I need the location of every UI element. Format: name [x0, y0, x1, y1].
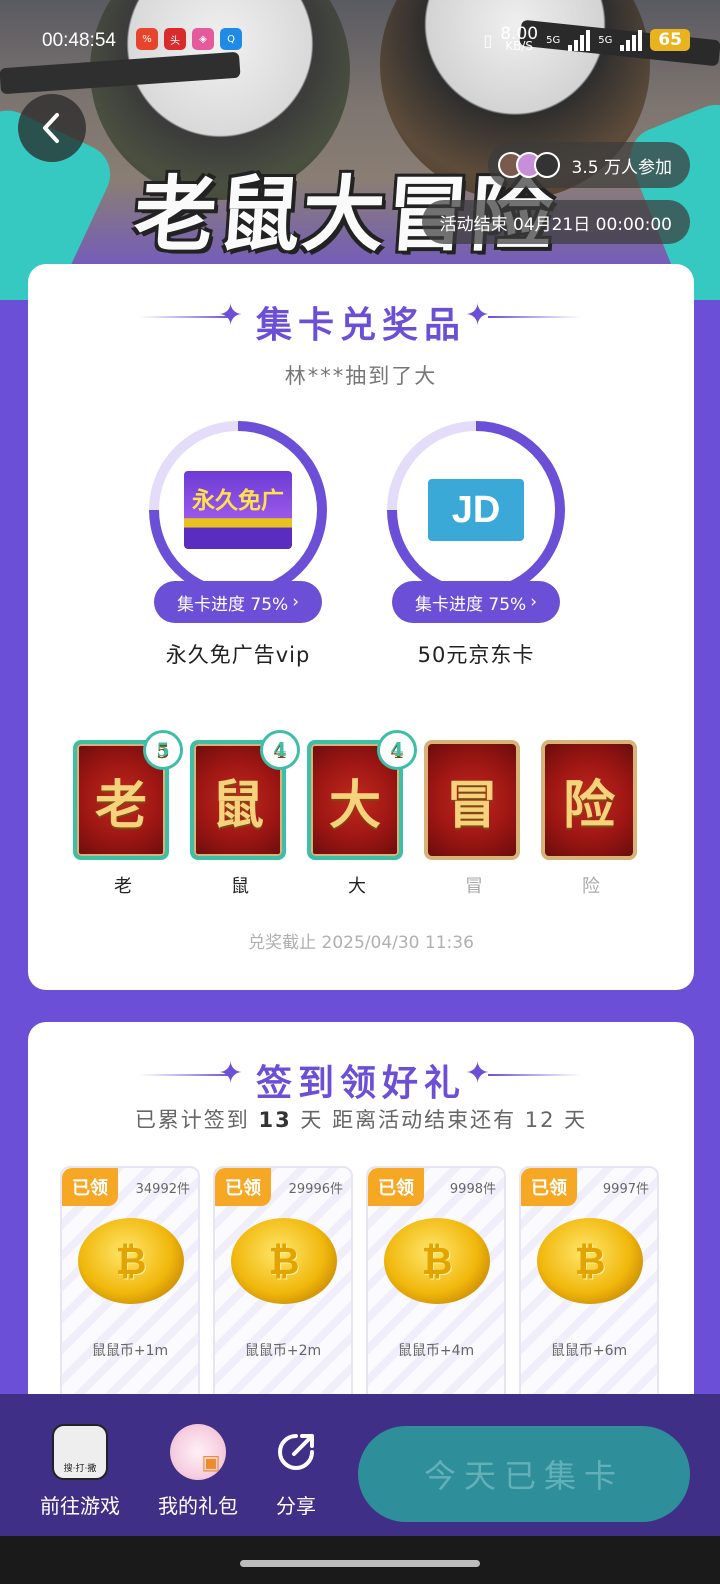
coin-icon: ₿: [384, 1218, 490, 1304]
participants-count: 3.5 万人参加: [571, 157, 672, 178]
prize-name: 永久免广告vip: [165, 643, 311, 667]
claimed-tag: 已领: [368, 1168, 424, 1206]
back-button[interactable]: [18, 94, 86, 162]
claimed-tag: 已领: [215, 1168, 271, 1206]
character-card[interactable]: 冒 冒: [424, 740, 524, 898]
claimed-tag: 已领: [62, 1168, 118, 1206]
gift-avatar-icon: ▣: [170, 1424, 226, 1480]
sparkle-icon: ✦: [465, 1056, 491, 1091]
claimed-tag: 已领: [521, 1168, 577, 1206]
game-app-icon: 搜·打·撒: [52, 1424, 108, 1480]
vibrate-icon: ▯: [483, 30, 493, 50]
sparkle-icon: ✦: [465, 298, 491, 333]
jd-card-image: JD: [428, 479, 524, 541]
coin-icon: ₿: [537, 1218, 643, 1304]
notification-icons: % 头 ◈ Q: [136, 28, 242, 50]
participants-badge: 3.5 万人参加: [487, 142, 690, 188]
title-decoration: [488, 1074, 580, 1076]
status-indicators: ▯ 8.00 KB/S 5G 5G 65: [483, 24, 690, 53]
home-indicator[interactable]: [240, 1560, 480, 1567]
card-count-badge: 4: [260, 730, 300, 770]
progress-ring: 永久免广: [149, 421, 327, 599]
chevron-right-icon: ›: [292, 592, 299, 612]
signed-days-count: 13: [258, 1108, 292, 1132]
status-time: 00:48:54: [42, 30, 116, 51]
coin-icon: ₿: [78, 1218, 184, 1304]
share-icon: [268, 1424, 324, 1480]
toutiao-notification-icon: 头: [164, 28, 186, 50]
my-gifts-button[interactable]: ▣ 我的礼包: [152, 1424, 244, 1519]
avatar: [533, 152, 560, 178]
character-card[interactable]: 老 5 老: [73, 730, 183, 898]
sign-in-reward[interactable]: 已领 9997件 ₿ 鼠鼠币+6m: [519, 1166, 659, 1406]
share-button[interactable]: 分享: [268, 1424, 324, 1519]
chevron-left-icon: [43, 113, 59, 143]
sign-in-section: ✦ 签到领好礼 ✦ 已累计签到 13 天 距离活动结束还有 12 天 已领 34…: [28, 1022, 694, 1442]
character-card-face: 鼠 4: [190, 730, 300, 860]
reward-name: 鼠鼠币+4m: [397, 1343, 475, 1359]
reward-stock: 9998件: [449, 1182, 496, 1197]
sign-in-summary: 已累计签到 13 天 距离活动结束还有 12 天: [134, 1108, 588, 1132]
signal-icon: [568, 29, 591, 51]
coin-icon: ₿: [231, 1218, 337, 1304]
character-card-label: 冒: [465, 876, 483, 897]
card-count-badge: 5: [143, 730, 183, 770]
battery-indicator: 65: [650, 29, 690, 51]
prize-item[interactable]: JD 集卡进度 75% › 50元京东卡: [386, 421, 566, 669]
collect-cards-section: ✦ 集卡兑奖品 ✦ 林***抽到了大 永久免广 集卡进度 75% › 永久免广告…: [28, 264, 694, 990]
collect-progress-button[interactable]: 集卡进度 75% ›: [154, 581, 322, 623]
character-card-face: 险: [541, 740, 637, 860]
character-card[interactable]: 鼠 4 鼠: [190, 730, 300, 898]
prize-name: 50元京东卡: [417, 643, 535, 667]
vip-prize-image: 永久免广: [184, 471, 292, 549]
sign-in-reward[interactable]: 已领 29996件 ₿ 鼠鼠币+2m: [213, 1166, 353, 1406]
character-card-face: 冒: [424, 740, 520, 860]
prize-item[interactable]: 永久免广 集卡进度 75% › 永久免广告vip: [148, 421, 328, 669]
sign-in-reward[interactable]: 已领 34992件 ₿ 鼠鼠币+1m: [60, 1166, 200, 1406]
section-title: 集卡兑奖品: [255, 305, 466, 346]
card-count-badge: 4: [377, 730, 417, 770]
signal-icon: [620, 29, 643, 51]
character-card-label: 大: [348, 876, 366, 897]
reward-stock: 9997件: [602, 1182, 649, 1197]
network-type: 5G: [598, 34, 613, 46]
chevron-right-icon: ›: [530, 592, 537, 612]
participant-avatars: [497, 152, 560, 178]
qq-notification-icon: Q: [220, 28, 242, 50]
reward-name: 鼠鼠币+1m: [91, 1343, 169, 1359]
goto-game-button[interactable]: 搜·打·撒 前往游戏: [34, 1424, 126, 1519]
reward-name: 鼠鼠币+6m: [550, 1343, 628, 1359]
title-decoration: [488, 316, 580, 318]
sign-in-reward[interactable]: 已领 9998件 ₿ 鼠鼠币+4m: [366, 1166, 506, 1406]
character-card-label: 老: [114, 876, 132, 897]
redeem-deadline: 兑奖截止 2025/04/30 11:36: [248, 933, 474, 953]
character-card-face: 老 5: [73, 730, 183, 860]
character-card[interactable]: 险 险: [541, 740, 641, 898]
reward-name: 鼠鼠币+2m: [244, 1343, 322, 1359]
character-card-face: 大 4: [307, 730, 417, 860]
collect-progress-button[interactable]: 集卡进度 75% ›: [392, 581, 560, 623]
winner-ticker: 林***抽到了大: [284, 364, 438, 388]
network-speed: 8.00 KB/S: [500, 24, 539, 53]
network-type: 5G: [546, 34, 561, 46]
reward-stock: 29996件: [288, 1182, 343, 1197]
reward-stock: 34992件: [135, 1182, 190, 1197]
character-card-label: 鼠: [231, 876, 249, 897]
progress-ring: JD: [387, 421, 565, 599]
character-card[interactable]: 大 4 大: [307, 730, 417, 898]
character-card-label: 险: [582, 876, 600, 897]
app-notification-icon: ◈: [192, 28, 214, 50]
event-end-time: 活动结束 04月21日 00:00:00: [421, 200, 690, 244]
bottom-action-bar: 搜·打·撒 前往游戏 ▣ 我的礼包 分享 今天已集卡: [0, 1394, 720, 1536]
section-title: 签到领好礼: [255, 1063, 466, 1104]
status-bar: 00:48:54 % 头 ◈ Q ▯ 8.00 KB/S 5G 5G 65: [0, 26, 720, 60]
collect-today-button[interactable]: 今天已集卡: [358, 1426, 690, 1522]
app-notification-icon: %: [136, 28, 158, 50]
